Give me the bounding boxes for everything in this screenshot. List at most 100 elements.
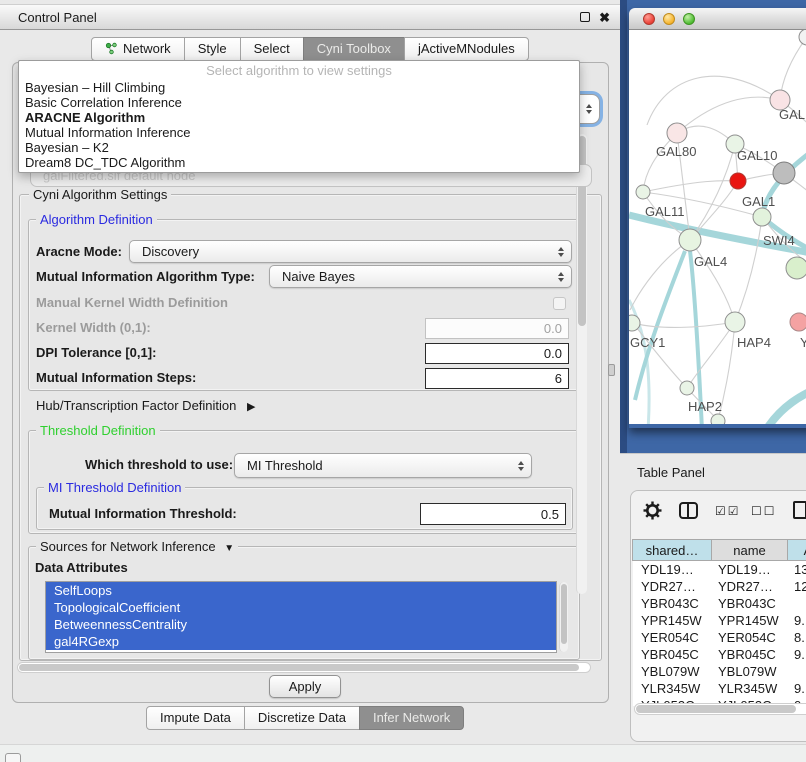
menu-item-selected[interactable]: ARACNE Algorithm [19,110,579,125]
kernel-width-label: Kernel Width (0,1): [36,320,151,335]
select-columns-icon[interactable]: ☑☑ [715,504,741,518]
sources-legend-label: Sources for Network Inference [40,539,216,554]
tab-cyni-toolbox[interactable]: Cyni Toolbox [303,37,405,61]
split-view-icon[interactable] [679,502,698,519]
table-row[interactable]: YBR043CYBR043C [633,595,806,612]
mi-threshold-field[interactable]: 0.5 [420,503,566,525]
dpi-tolerance-field[interactable]: 0.0 [425,343,569,364]
list-item[interactable]: BetweennessCentrality [46,616,556,633]
column-header[interactable]: A [787,539,806,561]
mi-type-combobox[interactable]: Naive Bayes [269,265,572,288]
network-view-window[interactable]: GAL GAL80 GAL10 GAL1 GAL11 SWI4 GAL4 GCY… [629,8,806,428]
cyni-settings-legend: Cyni Algorithm Settings [29,187,171,202]
window-zoom-icon[interactable] [683,13,695,25]
table-row[interactable]: YLR345WYLR345W9. [633,680,806,697]
menu-item[interactable]: Mutual Information Inference [19,125,579,140]
menu-item[interactable]: Bayesian – Hill Climbing [19,80,579,95]
node-hap4[interactable] [725,312,745,332]
table-row[interactable]: YDR27…YDR27…12 [633,578,806,595]
table-horizontal-scrollbar[interactable] [634,703,806,715]
hub-section-toggle[interactable]: Hub/Transcription Factor Definition ▶ [36,398,255,413]
apply-button[interactable]: Apply [269,675,341,698]
dpi-tolerance-value: 0.0 [544,346,562,361]
node-label: GAL80 [656,144,696,159]
tab-impute-data[interactable]: Impute Data [146,706,245,730]
data-attributes-label: Data Attributes [35,560,128,575]
node-label: GAL [779,107,805,122]
mi-type-value: Naive Bayes [282,269,355,284]
kernel-width-value: 0.0 [544,321,562,336]
deselect-columns-icon[interactable]: ☐☐ [751,504,777,518]
table-row[interactable]: YBL079WYBL079W [633,663,806,680]
table-header: shared… name A [633,539,806,561]
gear-icon[interactable] [643,501,662,520]
sources-legend[interactable]: Sources for Network Inference ▼ [36,539,238,554]
close-icon[interactable]: ✖ [599,11,610,24]
table-row[interactable]: YPR145WYPR145W9. [633,612,806,629]
kernel-width-field[interactable]: 0.0 [425,318,569,339]
aracne-mode-combobox[interactable]: Discovery [129,240,572,263]
node-label: GAL1 [742,194,775,209]
tab-label: Network [123,41,171,56]
table-row[interactable]: YER054CYER054C8. [633,629,806,646]
node-gal80[interactable] [667,123,687,143]
node-gcy1[interactable] [629,315,640,331]
table-row[interactable]: YBR045CYBR045C9. [633,646,806,663]
node-partial-bottom[interactable] [711,414,725,424]
node-hap2[interactable] [680,381,694,395]
tab-style[interactable]: Style [184,37,241,61]
tab-select[interactable]: Select [240,37,304,61]
node-label: GAL10 [737,148,777,163]
floating-panel-icon[interactable] [5,753,21,762]
combo-arrows-icon [558,272,564,282]
data-attributes-list[interactable]: SelfLoops TopologicalCoefficient Between… [45,581,557,653]
node-gal11[interactable] [636,185,650,199]
node-partial-top[interactable] [799,30,806,45]
node-gray[interactable] [773,162,795,184]
menu-item[interactable]: Dream8 DC_TDC Algorithm [19,155,579,170]
algorithm-dropdown-popup: Select algorithm to view settings Bayesi… [18,60,580,173]
tab-network[interactable]: Network [91,37,185,61]
network-window-titlebar[interactable] [629,8,806,30]
column-header[interactable]: shared… [632,539,712,561]
tab-jactivemnodules[interactable]: jActiveMNodules [404,37,529,61]
list-item[interactable]: gal4RGexp [46,633,556,650]
node-gal1-selected[interactable] [730,173,746,189]
node-partial-right[interactable] [786,257,806,279]
collapsed-arrow-icon: ▶ [247,401,255,413]
tab-discretize-data[interactable]: Discretize Data [244,706,360,730]
menu-item[interactable]: Bayesian – K2 [19,140,579,155]
node-label: GCY1 [630,335,665,350]
network-canvas[interactable]: GAL GAL80 GAL10 GAL1 GAL11 SWI4 GAL4 GCY… [629,30,806,424]
node-swi4[interactable] [753,208,771,226]
mi-threshold-legend: MI Threshold Definition [44,480,185,495]
node-gal4[interactable] [679,229,701,251]
export-table-icon[interactable] [793,501,806,519]
which-threshold-combobox[interactable]: MI Threshold [234,453,532,478]
column-header[interactable]: name [711,539,788,561]
window-minimize-icon[interactable] [663,13,675,25]
tab-label: Style [198,41,227,56]
table-row[interactable]: YDL19…YDL19…13 [633,561,806,578]
mi-steps-field[interactable]: 6 [425,368,569,389]
list-item[interactable]: SelfLoops [46,582,556,599]
float-panel-icon[interactable] [580,12,590,22]
node-y-partial[interactable] [790,313,806,331]
settings-horizontal-scrollbar[interactable] [17,662,591,673]
which-threshold-value: MI Threshold [247,458,323,473]
tab-label: jActiveMNodules [418,41,515,56]
window-close-icon[interactable] [643,13,655,25]
tab-infer-network[interactable]: Infer Network [359,706,464,730]
panel-splitter-handle[interactable] [608,364,615,376]
menu-item[interactable]: Basic Correlation Inference [19,95,579,110]
attributes-scrollbar[interactable] [559,582,568,652]
expanded-arrow-icon: ▼ [224,543,234,554]
threshold-definition-legend: Threshold Definition [36,423,160,438]
manual-kernel-checkbox[interactable] [553,297,566,310]
panel-title: Control Panel [18,10,97,25]
settings-vertical-scrollbar[interactable] [576,134,587,594]
table-panel-title: Table Panel [637,465,705,480]
app-root: Control Panel ✖ Network Style Select Cyn… [0,0,806,762]
combo-arrows-icon [558,247,564,257]
list-item[interactable]: TopologicalCoefficient [46,599,556,616]
